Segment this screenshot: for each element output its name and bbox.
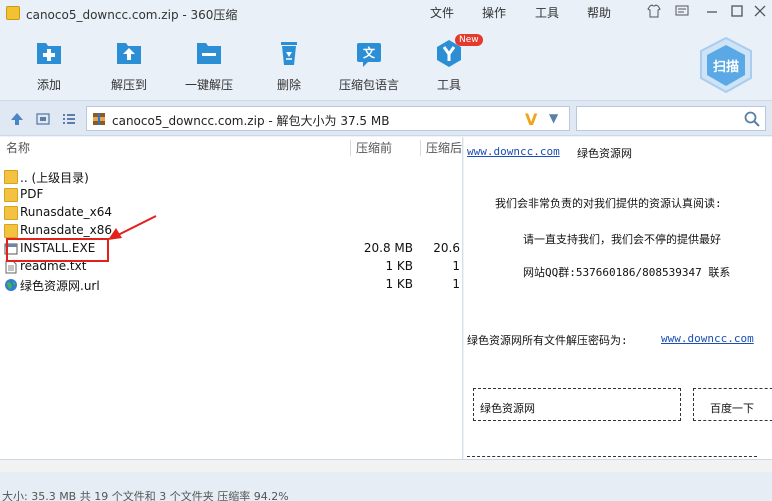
- extract-to-icon: [117, 43, 141, 64]
- tools-label: 工具: [436, 78, 461, 92]
- menu-tools[interactable]: 工具: [535, 4, 559, 21]
- text-file-icon: [5, 260, 17, 274]
- file-size: 20.8 MB: [363, 241, 413, 255]
- thumbnail-view-icon[interactable]: [35, 111, 51, 127]
- app-logo: [6, 6, 20, 20]
- extract-to-label: 解压到: [110, 78, 147, 92]
- title-bar: canoco5_downcc.com.zip - 360压缩 文件 操作 工具 …: [0, 0, 772, 28]
- menu-help[interactable]: 帮助: [587, 4, 611, 21]
- file-name: Runasdate_x64: [20, 205, 113, 219]
- add-label: 添加: [36, 78, 61, 92]
- toolbar: 添加 解压到 一键解压 删除 文 压缩包语言 New 工具 扫描: [0, 28, 772, 100]
- search-input[interactable]: [576, 106, 766, 131]
- new-badge: New: [455, 34, 483, 46]
- window-title: canoco5_downcc.com.zip - 360压缩: [26, 8, 238, 22]
- file-name: 绿色资源网.url: [20, 279, 100, 293]
- globe-icon: [5, 279, 17, 291]
- menu-file[interactable]: 文件: [430, 4, 454, 21]
- list-item-pdf[interactable]: PDF: [0, 186, 463, 204]
- horizontal-scrollbar[interactable]: [0, 460, 772, 472]
- list-item-parent[interactable]: .. (上级目录): [0, 168, 463, 186]
- file-size: 1 KB: [385, 259, 413, 273]
- file-name: .. (上级目录): [20, 171, 89, 185]
- file-compressed-size: 20.6: [433, 241, 460, 255]
- archive-language-label: 压缩包语言: [338, 78, 399, 92]
- tools-button[interactable]: New 工具: [409, 34, 489, 96]
- file-compressed-size: 1: [452, 259, 460, 273]
- status-text: 大小: 35.3 MB 共 19 个文件和 3 个文件夹 压缩率 94.2%: [2, 490, 289, 501]
- column-size[interactable]: 压缩前: [356, 137, 393, 159]
- one-click-extract-label: 一键解压: [184, 78, 233, 92]
- list-view-icon[interactable]: [61, 111, 77, 127]
- preview-box-text: 百度一下: [710, 402, 754, 415]
- file-size: 1 KB: [385, 277, 413, 291]
- preview-divider: [467, 456, 757, 457]
- extract-to-button[interactable]: 解压到: [89, 34, 169, 96]
- file-name: Runasdate_x86: [20, 223, 113, 237]
- add-button[interactable]: 添加: [9, 34, 89, 96]
- preview-box-text: 绿色资源网: [480, 402, 535, 415]
- list-item-runasdate-x64[interactable]: Runasdate_x64: [0, 204, 463, 222]
- preview-pane: www.downcc.com 绿色资源网 我们会非常负责的对我们提供的资源认真阅…: [464, 137, 772, 459]
- column-divider[interactable]: [350, 140, 351, 156]
- column-divider[interactable]: [420, 140, 421, 156]
- file-list: 名称 压缩前 压缩后 .. (上级目录) PDF Runasdate_x64 R…: [0, 137, 463, 459]
- highlight-box: [6, 238, 109, 262]
- search-icon[interactable]: [743, 110, 761, 128]
- file-compressed-size: 1: [452, 277, 460, 291]
- status-bar: 大小: 35.3 MB 共 19 个文件和 3 个文件夹 压缩率 94.2%: [0, 459, 772, 501]
- scan-button[interactable]: 扫描: [697, 36, 755, 94]
- file-name: PDF: [20, 187, 44, 201]
- column-name[interactable]: 名称: [6, 137, 31, 159]
- preview-link[interactable]: www.downcc.com: [467, 145, 560, 158]
- preview-link[interactable]: www.downcc.com: [661, 332, 754, 345]
- zip-file-icon: [93, 113, 105, 125]
- folder-icon: [4, 170, 18, 184]
- folder-icon: [4, 224, 18, 238]
- one-click-extract-button[interactable]: 一键解压: [169, 34, 249, 96]
- menu-operate[interactable]: 操作: [482, 4, 506, 21]
- feedback-icon[interactable]: [672, 4, 692, 22]
- path-text: canoco5_downcc.com.zip - 解包大小为 37.5 MB: [112, 114, 390, 128]
- language-icon: 文: [357, 43, 381, 67]
- folder-icon: [4, 188, 18, 202]
- path-input[interactable]: canoco5_downcc.com.zip - 解包大小为 37.5 MB V…: [86, 106, 570, 131]
- recycle-bin-icon: [281, 42, 297, 65]
- svg-text:文: 文: [363, 45, 376, 60]
- one-click-extract-icon: [197, 43, 221, 64]
- delete-label: 删除: [276, 78, 301, 92]
- address-bar: canoco5_downcc.com.zip - 解包大小为 37.5 MB V…: [0, 100, 772, 136]
- preview-line: 绿色资源网所有文件解压密码为:: [467, 334, 628, 347]
- preview-site-name: 绿色资源网: [577, 147, 632, 160]
- skin-icon[interactable]: [644, 4, 664, 22]
- list-item-url[interactable]: 绿色资源网.url 1 KB 1: [0, 276, 463, 294]
- delete-button[interactable]: 删除: [249, 34, 329, 96]
- maximize-icon[interactable]: [727, 4, 747, 22]
- preview-line: 我们会非常负责的对我们提供的资源认真阅读:: [495, 197, 722, 210]
- up-arrow-icon[interactable]: [9, 111, 25, 127]
- preview-line: 请一直支持我们，我们会不停的提供最好: [523, 233, 721, 246]
- chevron-down-icon[interactable]: ▼: [549, 111, 558, 125]
- v-logo-icon: V: [525, 110, 538, 129]
- scan-label: 扫描: [712, 60, 739, 75]
- preview-line: 网站QQ群:537660186/808539347 联系: [523, 266, 731, 279]
- add-icon: [37, 43, 61, 64]
- folder-icon: [4, 206, 18, 220]
- column-compressed-size[interactable]: 压缩后: [426, 137, 463, 159]
- minimize-icon[interactable]: [702, 4, 722, 22]
- close-icon[interactable]: [750, 4, 770, 22]
- archive-language-button[interactable]: 文 压缩包语言: [329, 34, 409, 96]
- red-arrow-icon: [108, 215, 157, 240]
